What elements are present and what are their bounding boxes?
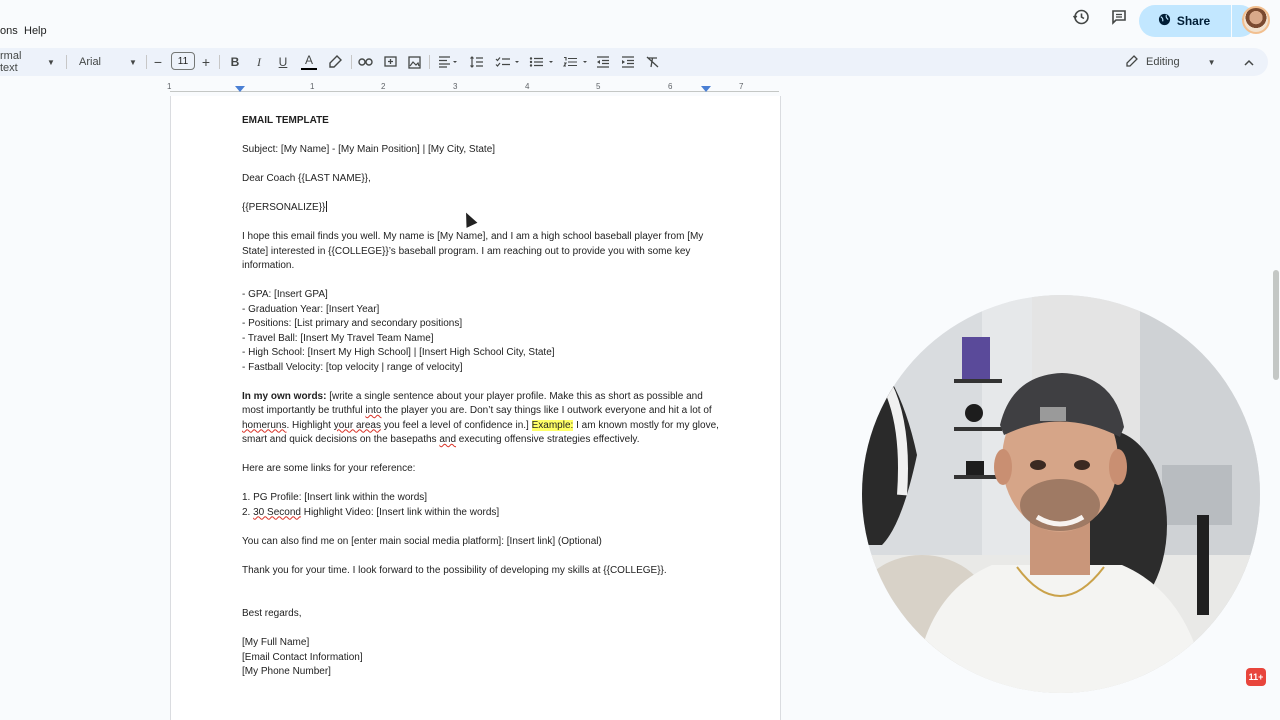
links-intro: Here are some links for your reference: [242, 463, 416, 474]
signature-name: [My Full Name] [242, 637, 310, 648]
text-color-button[interactable]: A [301, 52, 317, 70]
example-text: executing offensive strategies effective… [456, 434, 640, 445]
info-item: - Travel Ball: [Insert My Travel Team Na… [242, 332, 434, 344]
clear-formatting-icon[interactable] [644, 52, 660, 72]
vertical-scrollbar-thumb[interactable] [1273, 270, 1279, 380]
signature-email: [Email Contact Information] [242, 651, 363, 663]
spelling-flag[interactable]: your areas [334, 420, 381, 431]
extension-badge[interactable]: 11+ [1246, 668, 1266, 686]
toolbar-divider [429, 55, 430, 69]
ruler-number: 7 [739, 82, 744, 91]
own-words-text: . Highlight [286, 419, 334, 431]
link-item-rest: Highlight Video: [Insert link within the… [300, 506, 500, 518]
ruler-number: 3 [453, 82, 458, 91]
bulleted-list-icon[interactable] [528, 52, 556, 72]
decrease-font-size-icon[interactable]: − [152, 52, 164, 72]
globe-icon [1158, 13, 1171, 29]
text-caret [326, 201, 328, 212]
info-item: - Graduation Year: [Insert Year] [242, 303, 380, 315]
link-item: 2. 30 Second Highlight Video: [Insert li… [242, 506, 722, 521]
spelling-flag[interactable]: 30 Second [253, 507, 301, 518]
insert-image-icon[interactable] [406, 52, 422, 72]
spelling-flag[interactable]: and [439, 434, 456, 445]
toolbar-divider [146, 55, 147, 69]
thanks-line: Thank you for your time. I look forward … [242, 564, 667, 576]
own-words-label: In my own words: [242, 390, 327, 402]
collapse-toolbar-icon[interactable] [1240, 52, 1258, 72]
ruler-number: 5 [596, 82, 601, 91]
ruler-number: 2 [381, 82, 386, 91]
subject-line: Subject: [My Name] - [My Main Position] … [242, 144, 496, 155]
pencil-icon [1126, 54, 1138, 70]
intro-paragraph: I hope this email finds you well. My nam… [242, 231, 704, 271]
editing-label: Editing [1146, 56, 1180, 68]
signature-phone: [My Phone Number] [242, 666, 331, 677]
menu-item-extensions[interactable]: ons [0, 25, 18, 37]
info-item: - Fastball Velocity: [top velocity | ran… [242, 361, 463, 373]
info-item: - High School: [Insert My High School] |… [242, 347, 555, 358]
link-item-prefix: 2. [242, 506, 254, 518]
greeting-line: Dear Coach {{LAST NAME}}, [242, 173, 371, 184]
webcam-overlay [862, 295, 1260, 693]
comments-icon[interactable] [1110, 8, 1128, 26]
caret-down-icon: ▼ [1207, 57, 1216, 67]
share-main-area[interactable]: Share [1139, 5, 1229, 37]
personalize-line: {{PERSONALIZE}} [242, 201, 722, 216]
menu-bar: ons Help Share ▼ [0, 0, 1280, 44]
right-indent-marker[interactable] [701, 86, 711, 92]
left-indent-marker[interactable] [235, 86, 245, 92]
bold-button[interactable]: B [228, 52, 242, 72]
spelling-flag[interactable]: into [365, 405, 381, 416]
share-button[interactable]: Share ▼ [1139, 5, 1256, 37]
insert-link-icon[interactable] [357, 52, 373, 72]
increase-font-size-icon[interactable]: + [200, 52, 212, 72]
document-body[interactable]: EMAIL TEMPLATE Subject: [My Name] - [My … [242, 114, 722, 680]
font-size-input[interactable]: 11 [171, 52, 195, 70]
toolbar-divider [66, 55, 67, 69]
menu-item-help[interactable]: Help [24, 25, 47, 37]
personalize-text: {{PERSONALIZE}} [242, 202, 326, 213]
social-line: You can also find me on [enter main soci… [242, 535, 602, 547]
example-label: Example: [531, 419, 574, 431]
version-history-icon[interactable] [1072, 8, 1090, 26]
avatar[interactable] [1242, 6, 1270, 34]
presenter-video-image [862, 295, 1260, 693]
font-dropdown-icon[interactable]: ▼ [128, 52, 138, 72]
highlight-pen-icon[interactable] [327, 52, 343, 72]
ruler-line [170, 91, 779, 92]
increase-indent-icon[interactable] [620, 52, 636, 72]
document-page[interactable]: EMAIL TEMPLATE Subject: [My Name] - [My … [170, 96, 781, 720]
info-item: - GPA: [Insert GPA] [242, 289, 328, 300]
link-item: 1. PG Profile: [Insert link within the w… [242, 492, 428, 503]
own-words-text: the player you are. Don’t say things lik… [381, 405, 712, 416]
toolbar-divider [219, 55, 220, 69]
toolbar-divider [351, 55, 352, 69]
italic-button[interactable]: I [252, 52, 266, 72]
add-comment-icon[interactable] [382, 52, 398, 72]
document-heading: EMAIL TEMPLATE [242, 115, 329, 126]
font-select-value[interactable]: Arial [79, 52, 109, 72]
share-label: Share [1176, 14, 1211, 28]
ruler-number: 1 [310, 82, 315, 91]
decrease-indent-icon[interactable] [595, 52, 611, 72]
underline-button[interactable]: U [276, 52, 290, 72]
ruler-number: 6 [668, 82, 673, 91]
line-spacing-icon[interactable] [469, 52, 485, 72]
spelling-flag[interactable]: homeruns [242, 420, 286, 431]
info-item: - Positions: [List primary and secondary… [242, 318, 463, 329]
style-dropdown-icon[interactable]: ▼ [46, 52, 56, 72]
formatting-toolbar: rmal text ▼ Arial ▼ − 11 + B I U A Editi… [0, 48, 1268, 76]
horizontal-ruler: 1 1 2 3 4 5 6 7 [167, 82, 779, 96]
own-words-text: you feel a level of confidence in.] [380, 419, 529, 431]
editing-mode-select[interactable]: Editing ▼ [1126, 52, 1216, 72]
numbered-list-icon[interactable] [562, 52, 590, 72]
align-icon[interactable] [437, 52, 459, 72]
style-select-value[interactable]: rmal text [0, 50, 42, 74]
ruler-number: 1 [167, 82, 172, 91]
checklist-icon[interactable] [494, 52, 522, 72]
closing-line: Best regards, [242, 608, 302, 619]
ruler-number: 4 [525, 82, 530, 91]
own-words-paragraph: In my own words: [write a single sentenc… [242, 390, 722, 448]
